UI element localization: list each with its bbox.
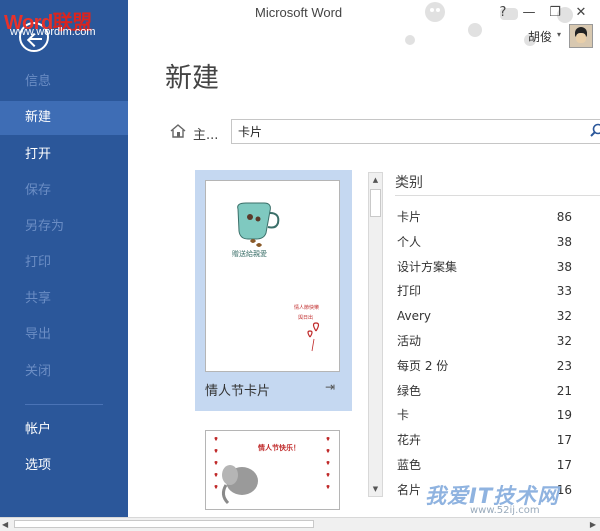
sidebar-item-share: 共享	[25, 291, 52, 306]
category-item[interactable]: Avery 32	[392, 304, 592, 329]
category-label: 设计方案集	[397, 259, 458, 274]
template-thumbnail: 贈送給親愛 情人節快樂 與日出	[205, 180, 340, 372]
watermark-url: www.wordlm.com	[10, 26, 96, 38]
categories-divider	[395, 195, 600, 196]
scroll-left-icon[interactable]: ◀	[2, 518, 8, 531]
window-title: Microsoft Word	[255, 5, 343, 20]
chevron-down-icon[interactable]: ▾	[557, 30, 561, 39]
category-label: Avery	[397, 309, 432, 324]
avatar[interactable]	[569, 24, 593, 48]
category-label: 打印	[397, 284, 422, 299]
sidebar-item-save-as: 另存为	[25, 219, 65, 234]
category-item[interactable]: 花卉 17	[392, 428, 592, 453]
category-item[interactable]: 卡片 86	[392, 205, 592, 230]
restore-button[interactable]: ❐	[542, 2, 568, 24]
template-name: 情人节卡片	[205, 384, 271, 399]
categories-header: 类别	[395, 175, 423, 191]
category-item[interactable]: 绿色 21	[392, 379, 592, 404]
category-count: 19	[556, 408, 572, 423]
scrollbar-thumb[interactable]	[14, 520, 314, 528]
category-item[interactable]: 卡 19	[392, 403, 592, 428]
scroll-down-icon[interactable]: ▼	[369, 482, 382, 496]
sidebar-divider	[25, 404, 103, 405]
category-label: 每页 2 份	[397, 358, 449, 373]
category-label: 绿色	[397, 383, 422, 398]
close-button[interactable]: ✕	[568, 2, 594, 24]
sidebar-item-options[interactable]: 选项	[0, 449, 128, 483]
category-item[interactable]: 设计方案集 38	[392, 255, 592, 280]
scroll-up-icon[interactable]: ▲	[369, 173, 382, 187]
backstage-sidebar: Word联盟 www.wordlm.com 信息 新建 打开 保存 另存为 打印…	[0, 0, 128, 517]
user-name[interactable]: 胡俊	[528, 28, 552, 45]
category-label: 个人	[397, 234, 422, 249]
category-label: 蓝色	[397, 457, 422, 472]
sidebar-item-save: 保存	[25, 183, 52, 198]
search-icon[interactable]	[590, 123, 600, 137]
valentine-card-illustration-icon	[237, 202, 320, 352]
breadcrumb[interactable]: 主...	[193, 124, 218, 143]
page-title: 新建	[165, 63, 219, 94]
horizontal-scrollbar[interactable]: ◀ ▶	[0, 517, 600, 531]
sidebar-item-info: 信息	[25, 74, 52, 89]
category-count: 32	[556, 309, 572, 324]
window-controls: ? — ❐ ✕	[490, 2, 594, 24]
categories-list: 卡片 86 个人 38 设计方案集 38 打印 33 Avery 32 活动 32 每页 2…	[392, 205, 592, 503]
sidebar-item-new[interactable]: 新建	[0, 101, 128, 135]
thumb-line: 與日出	[298, 315, 314, 321]
category-count: 38	[556, 259, 572, 274]
category-item[interactable]: 个人 38	[392, 230, 592, 255]
minimize-button[interactable]: —	[516, 2, 542, 24]
home-icon[interactable]	[170, 123, 186, 139]
category-label: 名片	[397, 482, 422, 497]
scroll-right-icon[interactable]: ▶	[590, 518, 596, 531]
template-card-2[interactable]: 情人节快乐！	[205, 430, 340, 510]
watermark-url: www.52ij.com	[470, 505, 540, 516]
templates-scrollbar[interactable]: ▲ ▼	[368, 172, 383, 497]
thumb-line: 情人節快樂	[294, 305, 320, 311]
sidebar-item-open[interactable]: 打开	[0, 138, 128, 172]
thumb-line: 情人节快乐！	[258, 444, 300, 452]
category-count: 86	[556, 210, 572, 224]
category-count: 21	[556, 383, 572, 398]
category-count: 38	[556, 234, 572, 249]
search-input[interactable]	[238, 120, 578, 142]
category-item[interactable]: 蓝色 17	[392, 453, 592, 478]
sidebar-item-account[interactable]: 帐户	[0, 413, 128, 447]
category-label: 活动	[397, 333, 422, 348]
category-item[interactable]: 每页 2 份 23	[392, 354, 592, 379]
category-count: 17	[556, 457, 572, 472]
scrollbar-thumb[interactable]	[370, 189, 381, 217]
sidebar-item-print: 打印	[25, 255, 52, 270]
category-label: 卡	[397, 408, 410, 423]
help-button[interactable]: ?	[490, 2, 516, 24]
category-item[interactable]: 活动 32	[392, 329, 592, 354]
category-label: 卡片	[397, 210, 422, 224]
category-count: 23	[556, 358, 572, 373]
category-label: 花卉	[397, 433, 422, 448]
sidebar-item-export: 导出	[25, 327, 52, 342]
search-box[interactable]	[231, 119, 600, 144]
category-count: 32	[556, 333, 572, 348]
sidebar-item-close: 关闭	[25, 364, 52, 379]
template-card-valentine[interactable]: 贈送給親愛 情人節快樂 與日出 情人节卡片 ⇥	[195, 170, 352, 411]
thumb-caption: 贈送給親愛	[232, 250, 267, 258]
category-item[interactable]: 打印 33	[392, 279, 592, 304]
category-count: 33	[556, 284, 572, 299]
pin-icon[interactable]: ⇥	[325, 380, 335, 394]
category-count: 17	[556, 433, 572, 448]
